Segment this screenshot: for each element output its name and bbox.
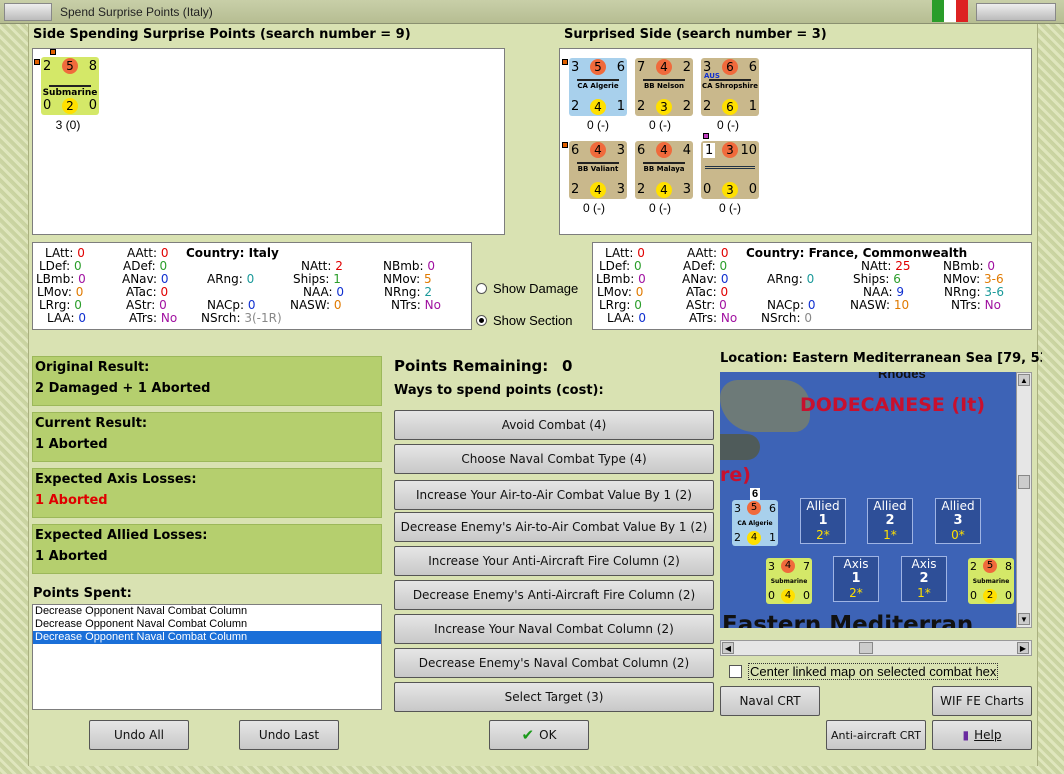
list-item[interactable]: Decrease Opponent Naval Combat Column [33, 605, 381, 618]
allied-box-1[interactable]: Allied 1 2* [800, 498, 846, 544]
stack-count: 6 [750, 488, 761, 500]
scroll-up-icon[interactable]: ▲ [1018, 374, 1030, 386]
axis-box-1[interactable]: Axis 1 2* [833, 556, 879, 602]
show-damage-radio[interactable] [476, 283, 487, 294]
unit-counter-ca-algerie[interactable]: 356 CA Algerie 241 [569, 58, 627, 116]
axis-box-2[interactable]: Axis 2 1* [901, 556, 947, 602]
show-section-label[interactable]: Show Section [493, 313, 573, 328]
select-target-button[interactable]: Select Target (3) [394, 682, 714, 712]
choose-naval-combat-type-button[interactable]: Choose Naval Combat Type (4) [394, 444, 714, 474]
unit-status: 0 (-) [717, 118, 739, 132]
increase-naval-combat-button[interactable]: Increase Your Naval Combat Column (2) [394, 614, 714, 644]
island-label: Rhodes [878, 372, 926, 381]
show-damage-label[interactable]: Show Damage [493, 281, 578, 296]
unit-counter-bb-valiant[interactable]: 643 BB Valiant 243 [569, 141, 627, 199]
unit-status: 0 (-) [649, 118, 671, 132]
checkmark-icon: ✔ [521, 726, 535, 744]
spending-side-stats: LAtt: 0 LDef: 0 LBmb: 0 LMov: 0 LRrg: 0 … [32, 242, 472, 330]
ways-to-spend-label: Ways to spend points (cost): [394, 383, 604, 398]
spending-units-panel [32, 48, 505, 235]
unit-status: 0 (-) [649, 201, 671, 215]
window-controls-button[interactable] [976, 3, 1056, 21]
map-vertical-scrollbar[interactable]: ▲ ▼ [1016, 372, 1032, 628]
decrease-enemy-naval-combat-button[interactable]: Decrease Enemy's Naval Combat Column (2) [394, 648, 714, 678]
unit-marker-icon [562, 59, 568, 65]
points-spent-label: Points Spent: [33, 586, 132, 601]
italy-flag-icon-white [944, 0, 956, 22]
wif-fe-charts-button[interactable]: WIF FE Charts [932, 686, 1032, 716]
unit-counter-bb-malaya[interactable]: 644 BB Malaya 243 [635, 141, 693, 199]
points-spent-list[interactable]: Decrease Opponent Naval Combat Column De… [32, 604, 382, 710]
scroll-down-icon[interactable]: ▼ [1018, 613, 1030, 625]
allied-box-2[interactable]: Allied 2 1* [867, 498, 913, 544]
unit-marker-icon [50, 49, 56, 55]
increase-aa-fire-button[interactable]: Increase Your Anti-Aircraft Fire Column … [394, 546, 714, 576]
system-menu-button[interactable] [4, 3, 52, 21]
decrease-enemy-aa-fire-button[interactable]: Decrease Enemy's Anti-Aircraft Fire Colu… [394, 580, 714, 610]
center-map-label[interactable]: Center linked map on selected combat hex [748, 663, 999, 680]
points-remaining-value: 0 [562, 357, 573, 375]
current-result-box: Current Result: 1 Aborted [32, 412, 382, 462]
surprised-side-header: Surprised Side (search number = 3) [564, 27, 827, 42]
anti-aircraft-crt-button[interactable]: Anti-aircraft CRT [826, 720, 926, 750]
unit-marker-icon [562, 142, 568, 148]
map-counter-submarine-2[interactable]: 258 Submarine 020 [968, 558, 1014, 604]
map-location-label: Location: Eastern Mediterranean Sea [79,… [720, 351, 1042, 366]
italy-flag-icon-red [956, 0, 968, 22]
points-remaining-label: Points Remaining: [394, 357, 549, 375]
unit-status: 0 (-) [587, 118, 609, 132]
surprised-units-panel [559, 48, 1032, 235]
unit-status: 3 (0) [55, 118, 81, 132]
undo-all-button[interactable]: Undo All [89, 720, 189, 750]
original-result-box: Original Result: 2 Damaged + 1 Aborted [32, 356, 382, 406]
allied-losses-box: Expected Allied Losses: 1 Aborted [32, 524, 382, 574]
scroll-thumb[interactable] [859, 642, 873, 654]
unit-status: 0 (-) [719, 201, 741, 215]
help-book-icon: ▮ [962, 728, 970, 742]
help-button[interactable]: ▮ Help [932, 720, 1032, 750]
decrease-enemy-air-to-air-button[interactable]: Decrease Enemy's Air-to-Air Combat Value… [394, 512, 714, 542]
unit-counter-bb-nelson[interactable]: 742 BB Nelson 232 [635, 58, 693, 116]
unit-counter-submarine[interactable]: 2 5 8 Submarine 0 2 0 [41, 57, 99, 115]
island-shape [720, 434, 760, 460]
unit-counter-convoy[interactable]: 1 3 10 030 [701, 141, 759, 199]
undo-last-button[interactable]: Undo Last [239, 720, 339, 750]
window-title: Spend Surprise Points (Italy) [60, 5, 213, 19]
italy-flag-icon [932, 0, 944, 22]
increase-air-to-air-button[interactable]: Increase Your Air-to-Air Combat Value By… [394, 480, 714, 510]
unit-marker-icon [703, 133, 709, 139]
allied-box-3[interactable]: Allied 3 0* [935, 498, 981, 544]
show-section-radio[interactable] [476, 315, 487, 326]
scroll-right-icon[interactable]: ▶ [1017, 642, 1029, 654]
title-bar: Spend Surprise Points (Italy) [0, 0, 1064, 24]
surprised-side-stats: LAtt: 0 LDef: 0 LBmb: 0 LMov: 0 LRrg: 0 … [592, 242, 1032, 330]
map-counter-ca-algerie[interactable]: 356 CA Algerie 241 [732, 500, 778, 546]
island-shape [720, 380, 810, 432]
unit-counter-ca-shropshire[interactable]: 366 AUS CA Shropshire 261 [701, 58, 759, 116]
scroll-left-icon[interactable]: ◀ [722, 642, 734, 654]
list-item[interactable]: Decrease Opponent Naval Combat Column [33, 631, 381, 644]
scroll-thumb[interactable] [1018, 475, 1030, 489]
spending-side-header: Side Spending Surprise Points (search nu… [33, 27, 411, 42]
naval-crt-button[interactable]: Naval CRT [720, 686, 820, 716]
region-label: DODECANESE (It) [800, 394, 985, 416]
map-counter-submarine[interactable]: 347 Submarine 040 [766, 558, 812, 604]
center-map-checkbox[interactable] [729, 665, 742, 678]
list-item[interactable]: Decrease Opponent Naval Combat Column [33, 618, 381, 631]
ok-button[interactable]: ✔ OK [489, 720, 589, 750]
map-horizontal-scrollbar[interactable]: ◀ ▶ [720, 640, 1032, 656]
unit-marker-icon [34, 59, 40, 65]
linked-map[interactable]: Rhodes DODECANESE (It) re) 6 356 CA Alge… [720, 372, 1016, 628]
avoid-combat-button[interactable]: Avoid Combat (4) [394, 410, 714, 440]
unit-status: 0 (-) [583, 201, 605, 215]
sea-area-label: Eastern Mediterran [722, 612, 974, 629]
partial-region-label: re) [720, 464, 751, 486]
axis-losses-box: Expected Axis Losses: 1 Aborted [32, 468, 382, 518]
